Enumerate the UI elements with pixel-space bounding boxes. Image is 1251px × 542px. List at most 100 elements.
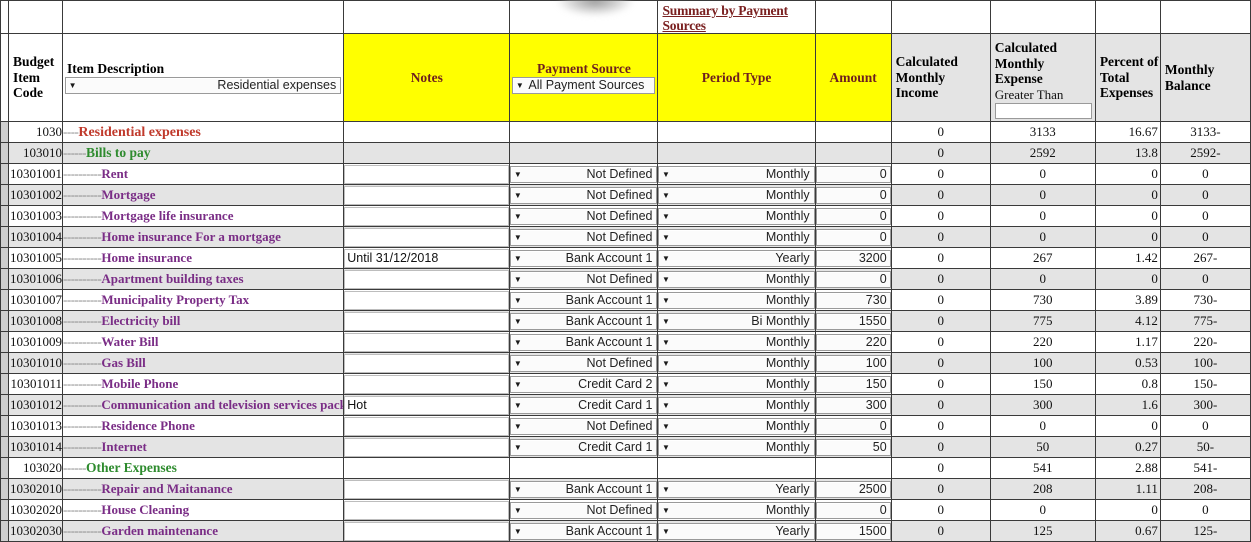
row-notes-cell[interactable] <box>343 415 511 437</box>
amount-input[interactable]: 150 <box>815 375 891 393</box>
row-notes-cell[interactable]: Until 31/12/2018 <box>343 247 511 269</box>
row-period-type[interactable]: ▼ Monthly <box>657 289 816 311</box>
note-input[interactable]: Until 31/12/2018 <box>344 248 510 268</box>
row-payment-source[interactable]: ▼ Not Defined <box>509 415 659 437</box>
row-period-type[interactable]: ▼ Yearly <box>657 247 816 269</box>
row-notes-cell[interactable] <box>343 268 511 290</box>
row-period-type-dropdown[interactable]: ▼ Monthly <box>658 396 815 414</box>
amount-input[interactable]: 50 <box>815 438 891 456</box>
row-payment-source-dropdown[interactable]: ▼ Bank Account 1 <box>510 312 658 330</box>
row-payment-source[interactable]: ▼ Bank Account 1 <box>509 520 659 542</box>
row-payment-source[interactable]: ▼ Not Defined <box>509 163 659 185</box>
row-period-type-dropdown[interactable]: ▼ Monthly <box>658 207 815 225</box>
row-amount-cell[interactable]: 50 <box>814 436 892 458</box>
note-input[interactable] <box>344 311 510 331</box>
note-input[interactable] <box>344 332 510 352</box>
row-notes-cell[interactable] <box>343 499 511 521</box>
row-payment-source[interactable]: ▼ Not Defined <box>509 184 659 206</box>
row-payment-source-dropdown[interactable]: ▼ Bank Account 1 <box>510 480 658 498</box>
row-amount-cell[interactable]: 220 <box>814 331 892 353</box>
row-payment-source[interactable]: ▼ Bank Account 1 <box>509 310 659 332</box>
row-period-type-dropdown[interactable]: ▼ Monthly <box>658 270 815 288</box>
row-payment-source[interactable]: ▼ Credit Card 2 <box>509 373 659 395</box>
row-amount-cell[interactable]: 0 <box>814 163 892 185</box>
row-period-type[interactable]: ▼ Monthly <box>657 184 816 206</box>
row-payment-source-dropdown[interactable]: ▼ Not Defined <box>510 270 658 288</box>
note-input[interactable] <box>344 227 510 247</box>
row-period-type[interactable]: ▼ Monthly <box>657 163 816 185</box>
row-period-type-dropdown[interactable]: ▼ Monthly <box>658 333 815 351</box>
note-input[interactable] <box>344 479 510 499</box>
greater-than-input[interactable] <box>994 103 1092 119</box>
amount-input[interactable]: 730 <box>815 291 891 309</box>
row-amount-cell[interactable]: 0 <box>814 184 892 206</box>
row-notes-cell[interactable] <box>343 436 511 458</box>
row-amount-cell[interactable]: 300 <box>814 394 892 416</box>
payment-source-filter-dropdown[interactable]: ▼ All Payment Sources <box>512 77 656 95</box>
amount-input[interactable]: 0 <box>815 207 891 225</box>
row-payment-source-dropdown[interactable]: ▼ Credit Card 1 <box>510 438 658 456</box>
row-payment-source-dropdown[interactable]: ▼ Bank Account 1 <box>510 333 658 351</box>
note-input[interactable] <box>344 500 510 520</box>
row-amount-cell[interactable]: 100 <box>814 352 892 374</box>
row-amount-cell[interactable]: 0 <box>814 499 892 521</box>
row-notes-cell[interactable] <box>343 226 511 248</box>
row-notes-cell[interactable] <box>343 520 511 542</box>
row-period-type-dropdown[interactable]: ▼ Monthly <box>658 501 815 519</box>
amount-input[interactable]: 220 <box>815 333 891 351</box>
row-amount-cell[interactable]: 0 <box>814 268 892 290</box>
row-payment-source[interactable]: ▼ Not Defined <box>509 499 659 521</box>
row-period-type-dropdown[interactable]: ▼ Yearly <box>658 480 815 498</box>
note-input[interactable] <box>344 185 510 205</box>
row-payment-source-dropdown[interactable]: ▼ Bank Account 1 <box>510 249 658 267</box>
note-input[interactable] <box>344 164 510 184</box>
row-period-type[interactable]: ▼ Yearly <box>657 520 816 542</box>
row-period-type[interactable]: ▼ Bi Monthly <box>657 310 816 332</box>
row-period-type[interactable]: ▼ Monthly <box>657 268 816 290</box>
row-notes-cell[interactable] <box>343 289 511 311</box>
row-notes-cell[interactable] <box>343 310 511 332</box>
row-period-type-dropdown[interactable]: ▼ Monthly <box>658 165 815 183</box>
row-payment-source[interactable]: ▼ Not Defined <box>509 352 659 374</box>
row-amount-cell[interactable]: 1500 <box>814 520 892 542</box>
row-amount-cell[interactable]: 1550 <box>814 310 892 332</box>
row-period-type[interactable]: ▼ Monthly <box>657 205 816 227</box>
amount-input[interactable]: 0 <box>815 417 891 435</box>
row-payment-source-dropdown[interactable]: ▼ Not Defined <box>510 354 658 372</box>
row-payment-source-dropdown[interactable]: ▼ Credit Card 1 <box>510 396 658 414</box>
row-notes-cell[interactable] <box>343 352 511 374</box>
row-payment-source[interactable]: ▼ Credit Card 1 <box>509 436 659 458</box>
row-period-type[interactable]: ▼ Monthly <box>657 499 816 521</box>
row-payment-source[interactable]: ▼ Bank Account 1 <box>509 478 659 500</box>
row-payment-source[interactable]: ▼ Bank Account 1 <box>509 289 659 311</box>
note-input[interactable] <box>344 269 510 289</box>
row-payment-source-dropdown[interactable]: ▼ Not Defined <box>510 501 658 519</box>
row-amount-cell[interactable]: 730 <box>814 289 892 311</box>
amount-input[interactable]: 100 <box>815 354 891 372</box>
amount-input[interactable]: 0 <box>815 228 891 246</box>
row-period-type-dropdown[interactable]: ▼ Monthly <box>658 354 815 372</box>
row-notes-cell[interactable] <box>343 478 511 500</box>
row-period-type[interactable]: ▼ Monthly <box>657 394 816 416</box>
row-payment-source[interactable]: ▼ Credit Card 1 <box>509 394 659 416</box>
row-period-type[interactable]: ▼ Monthly <box>657 352 816 374</box>
row-amount-cell[interactable]: 3200 <box>814 247 892 269</box>
amount-input[interactable]: 0 <box>815 186 891 204</box>
row-period-type-dropdown[interactable]: ▼ Bi Monthly <box>658 312 815 330</box>
row-period-type-dropdown[interactable]: ▼ Yearly <box>658 249 815 267</box>
row-period-type-dropdown[interactable]: ▼ Yearly <box>658 522 815 540</box>
amount-input[interactable]: 1500 <box>815 522 891 540</box>
amount-input[interactable]: 3200 <box>815 249 891 267</box>
amount-input[interactable]: 2500 <box>815 480 891 498</box>
summary-by-payment-sources-cell[interactable]: Summary by Payment Sources <box>657 0 816 34</box>
row-period-type-dropdown[interactable]: ▼ Monthly <box>658 417 815 435</box>
row-payment-source-dropdown[interactable]: ▼ Bank Account 1 <box>510 522 658 540</box>
note-input[interactable] <box>344 521 510 541</box>
row-period-type-dropdown[interactable]: ▼ Monthly <box>658 228 815 246</box>
item-description-filter-dropdown[interactable]: ▼ Residential expenses <box>65 77 342 95</box>
row-payment-source[interactable]: ▼ Not Defined <box>509 205 659 227</box>
row-period-type[interactable]: ▼ Monthly <box>657 226 816 248</box>
row-amount-cell[interactable]: 2500 <box>814 478 892 500</box>
row-period-type[interactable]: ▼ Monthly <box>657 373 816 395</box>
row-amount-cell[interactable]: 0 <box>814 205 892 227</box>
